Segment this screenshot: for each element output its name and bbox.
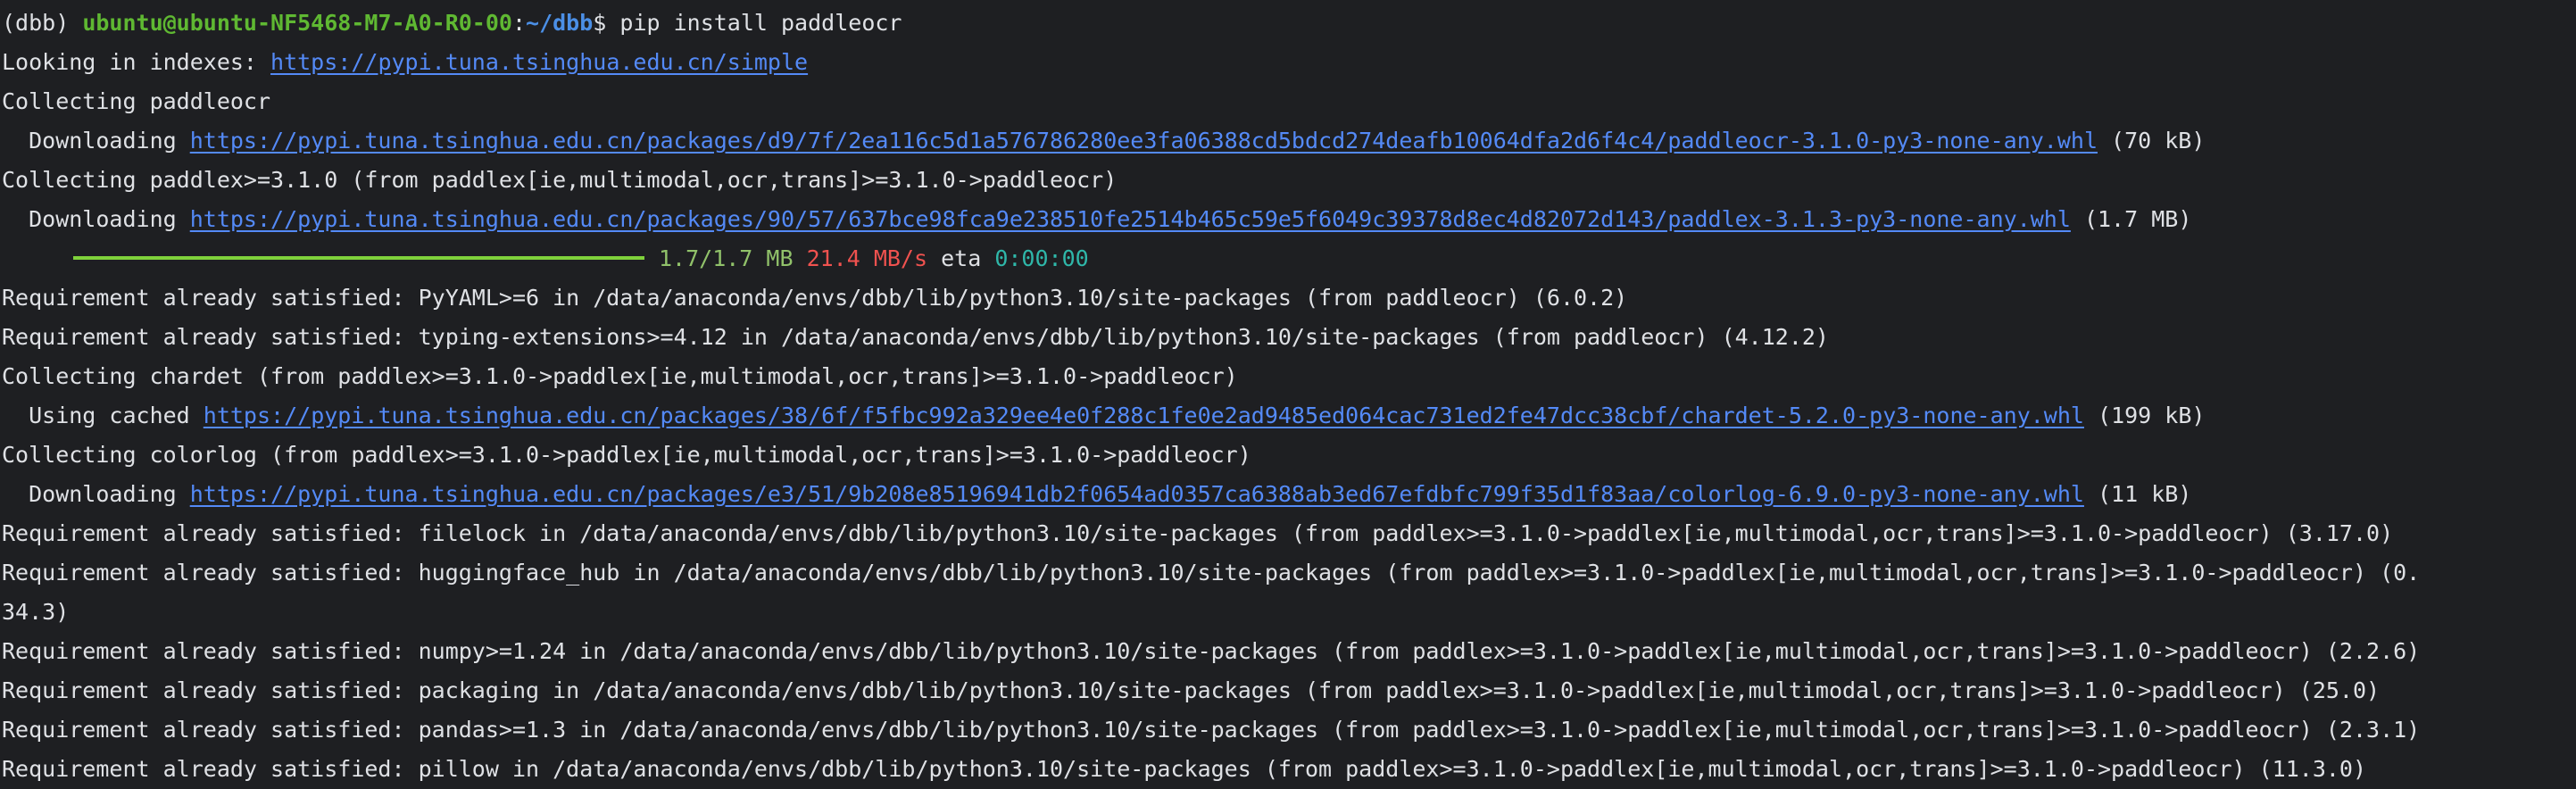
output-text: Collecting colorlog (from paddlex>=3.1.0… xyxy=(2,442,1251,468)
download-progress: 1.7/1.7 MB 21.4 MB/s eta 0:00:00 xyxy=(2,239,2576,278)
output-text: 34.3) xyxy=(2,599,70,625)
output-line: Downloading https://pypi.tuna.tsinghua.e… xyxy=(2,475,2576,514)
prompt-env: (dbb) xyxy=(2,10,83,36)
output-text: Collecting paddleocr xyxy=(2,88,271,114)
prompt-separator: : xyxy=(511,10,527,36)
output-text: Requirement already satisfied: packaging… xyxy=(2,677,2381,703)
output-text: Requirement already satisfied: typing-ex… xyxy=(2,324,1829,350)
output-text: Collecting chardet (from paddlex>=3.1.0-… xyxy=(2,363,1238,389)
output-line: Requirement already satisfied: filelock … xyxy=(2,514,2576,553)
output-text: Downloading xyxy=(2,206,190,232)
progress-speed: 21.4 MB/s xyxy=(806,245,928,271)
command-text: pip install paddleocr xyxy=(619,10,902,36)
output-line: Collecting colorlog (from paddlex>=3.1.0… xyxy=(2,436,2576,475)
prompt-symbol: $ xyxy=(593,10,620,36)
progress-eta-label: eta xyxy=(941,245,995,271)
output-line: Requirement already satisfied: huggingfa… xyxy=(2,553,2576,593)
output-line: Requirement already satisfied: PyYAML>=6… xyxy=(2,278,2576,318)
output-text: Requirement already satisfied: filelock … xyxy=(2,520,2394,546)
package-link[interactable]: https://pypi.tuna.tsinghua.edu.cn/simple xyxy=(270,49,808,75)
package-link[interactable]: https://pypi.tuna.tsinghua.edu.cn/packag… xyxy=(190,206,2071,232)
output-text: Using cached xyxy=(2,403,204,428)
output-text: (70 kB) xyxy=(2098,128,2206,154)
output-line: 34.3) xyxy=(2,593,2576,632)
output-line: Requirement already satisfied: pandas>=1… xyxy=(2,710,2576,750)
output-line: Collecting paddleocr xyxy=(2,82,2576,121)
output-text: (1.7 MB) xyxy=(2070,206,2192,232)
output-line: Requirement already satisfied: numpy>=1.… xyxy=(2,632,2576,671)
terminal-output[interactable]: (dbb) ubuntu@ubuntu-NF5468-M7-A0-R0-00:~… xyxy=(0,0,2576,789)
output-line: Requirement already satisfied: packaging… xyxy=(2,671,2576,710)
prompt-user-host: ubuntu@ubuntu-NF5468-M7-A0-R0-00 xyxy=(82,10,512,36)
output-line: Requirement already satisfied: pillow in… xyxy=(2,750,2576,789)
output-line: Looking in indexes: https://pypi.tuna.ts… xyxy=(2,43,2576,82)
output-line: Downloading https://pypi.tuna.tsinghua.e… xyxy=(2,121,2576,161)
progress-eta-value: 0:00:00 xyxy=(994,245,1089,271)
package-link[interactable]: https://pypi.tuna.tsinghua.edu.cn/packag… xyxy=(204,403,2084,428)
output-line: Requirement already satisfied: typing-ex… xyxy=(2,318,2576,357)
progress-space xyxy=(927,245,941,271)
output-text: Collecting paddlex>=3.1.0 (from paddlex[… xyxy=(2,167,1118,193)
output-text: Requirement already satisfied: numpy>=1.… xyxy=(2,638,2421,664)
prompt-path: ~/dbb xyxy=(526,10,594,36)
output-text: Looking in indexes: xyxy=(2,49,271,75)
progress-space xyxy=(794,245,807,271)
prompt-line: (dbb) ubuntu@ubuntu-NF5468-M7-A0-R0-00:~… xyxy=(2,4,2576,43)
output-line: Collecting chardet (from paddlex>=3.1.0-… xyxy=(2,357,2576,396)
package-link[interactable]: https://pypi.tuna.tsinghua.edu.cn/packag… xyxy=(190,128,2098,154)
progress-bar xyxy=(73,256,644,260)
output-line: Downloading https://pypi.tuna.tsinghua.e… xyxy=(2,200,2576,239)
output-text: Requirement already satisfied: pillow in… xyxy=(2,756,2367,782)
output-text: Downloading xyxy=(2,481,190,507)
output-text: (11 kB) xyxy=(2083,481,2192,507)
output-line: Using cached https://pypi.tuna.tsinghua.… xyxy=(2,396,2576,436)
output-line: Collecting paddlex>=3.1.0 (from paddlex[… xyxy=(2,161,2576,200)
output-text: Downloading xyxy=(2,128,190,154)
output-text: Requirement already satisfied: pandas>=1… xyxy=(2,717,2421,743)
output-text: Requirement already satisfied: PyYAML>=6… xyxy=(2,285,1628,311)
output-text: (199 kB) xyxy=(2083,403,2206,428)
package-link[interactable]: https://pypi.tuna.tsinghua.edu.cn/packag… xyxy=(190,481,2084,507)
output-text: Requirement already satisfied: huggingfa… xyxy=(2,560,2421,586)
progress-done: 1.7/1.7 MB xyxy=(659,245,794,271)
